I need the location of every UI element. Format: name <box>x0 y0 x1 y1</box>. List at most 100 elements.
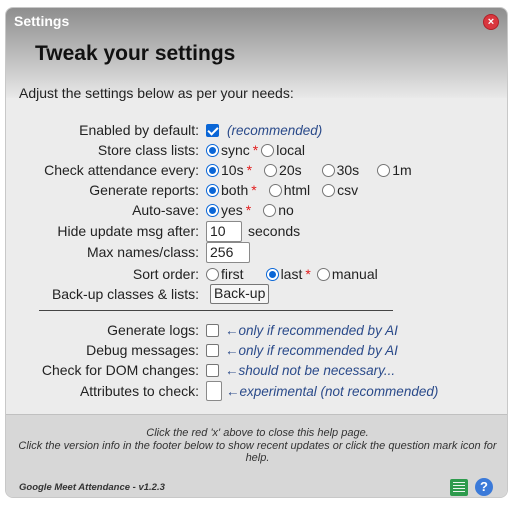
attendance-option-20s[interactable]: 20s <box>264 162 302 178</box>
attendance-option-30s[interactable]: 30s <box>321 162 360 178</box>
attendance-30s-radio[interactable] <box>321 163 335 177</box>
version-link[interactable]: Google Meet Attendance - v1.2.3 <box>19 482 165 493</box>
setting-generate-reports: Generate reports: both * html csv <box>6 180 507 200</box>
setting-enabled-default: Enabled by default: (recommended) <box>6 120 507 140</box>
question-mark-icon[interactable]: ? <box>475 478 493 496</box>
reports-both-label: both <box>221 182 249 198</box>
hide-update-input[interactable]: 10 <box>206 220 242 242</box>
autosave-option-yes[interactable]: yes * <box>206 202 251 218</box>
attendance-10s-radio[interactable] <box>206 163 219 177</box>
backup-label: Back-up classes & lists: <box>51 286 199 302</box>
enabled-default-label: Enabled by default: <box>79 122 199 138</box>
store-class-lists-label: Store class lists: <box>97 142 199 158</box>
autosave-option-no[interactable]: no <box>263 202 294 218</box>
footer-icons: ? <box>450 478 493 496</box>
store-sync-radio[interactable] <box>206 143 219 157</box>
hide-update-unit: seconds <box>248 223 301 239</box>
reports-csv-radio[interactable] <box>322 183 336 197</box>
backup-button[interactable]: Back-up <box>210 284 270 304</box>
recommended-star: * <box>251 182 257 198</box>
setting-check-attendance: Check attendance every: 10s * 20s 30s 1m <box>6 160 507 180</box>
max-names-input[interactable]: 256 <box>206 241 250 263</box>
generate-logs-checkbox[interactable] <box>206 323 219 337</box>
help-footer: Click the red 'x' above to close this he… <box>6 414 507 497</box>
recommended-star: * <box>246 162 253 178</box>
autosave-no-radio[interactable] <box>263 203 277 217</box>
recommended-star: * <box>305 266 311 282</box>
help-line-version: Click the version info in the footer bel… <box>18 439 497 465</box>
intro-text: Adjust the settings below as per your ne… <box>19 85 294 101</box>
debug-messages-note: ←only if recommended by AI <box>225 342 398 358</box>
help-line-close: Click the red 'x' above to close this he… <box>146 427 369 439</box>
attendance-30s-label: 30s <box>336 162 360 178</box>
generate-reports-label: Generate reports: <box>89 182 199 198</box>
autosave-yes-radio[interactable] <box>206 203 219 217</box>
store-local-label: local <box>276 142 306 158</box>
reports-option-both[interactable]: both * <box>206 182 257 198</box>
attributes-input[interactable] <box>206 381 222 401</box>
store-local-radio[interactable] <box>261 143 275 157</box>
setting-debug-messages: Debug messages: ←only if recommended by … <box>6 340 507 360</box>
store-option-sync[interactable]: sync * <box>206 142 258 158</box>
recommended-star: * <box>252 142 259 158</box>
auto-save-label: Auto-save: <box>132 202 199 218</box>
debug-messages-label: Debug messages: <box>86 342 199 358</box>
sort-first-label: first <box>221 266 244 282</box>
reports-html-radio[interactable] <box>268 183 282 197</box>
setting-max-names: Max names/class: 256 <box>6 241 507 263</box>
store-sync-label: sync <box>221 142 250 158</box>
sort-order-label: Sort order: <box>132 266 199 282</box>
sort-manual-radio[interactable] <box>316 267 330 281</box>
attributes-label: Attributes to check: <box>79 383 199 399</box>
sort-last-label: last <box>280 266 303 282</box>
dom-changes-checkbox[interactable] <box>206 363 219 377</box>
dialog-title: Settings <box>14 13 70 29</box>
dom-changes-label: Check for DOM changes: <box>41 362 199 378</box>
attendance-1m-radio[interactable] <box>377 163 391 177</box>
attendance-option-1m[interactable]: 1m <box>377 162 412 178</box>
close-icon[interactable]: × <box>483 14 499 30</box>
setting-auto-save: Auto-save: yes * no <box>6 200 507 220</box>
reports-option-html[interactable]: html <box>268 182 311 198</box>
setting-dom-changes: Check for DOM changes: ←should not be ne… <box>6 360 507 380</box>
generate-logs-note: ←only if recommended by AI <box>225 322 398 338</box>
spreadsheet-icon[interactable] <box>450 478 468 496</box>
setting-backup: Back-up classes & lists: Back-up <box>6 284 507 304</box>
attendance-10s-label: 10s <box>221 162 244 178</box>
setting-hide-update: Hide update msg after: 10 seconds <box>6 220 507 242</box>
reports-option-csv[interactable]: csv <box>322 182 358 198</box>
sort-option-manual[interactable]: manual <box>316 266 378 282</box>
attendance-20s-radio[interactable] <box>264 163 278 177</box>
sort-manual-label: manual <box>331 266 378 282</box>
help-text: Click the red 'x' above to close this he… <box>16 427 499 465</box>
debug-messages-checkbox[interactable] <box>206 343 219 357</box>
reports-csv-label: csv <box>337 182 359 198</box>
sort-first-radio[interactable] <box>206 267 219 281</box>
reports-both-radio[interactable] <box>206 183 219 197</box>
divider <box>39 310 393 311</box>
setting-store-class-lists: Store class lists: sync * local <box>6 140 507 160</box>
sort-option-first[interactable]: first <box>206 266 244 282</box>
enabled-default-checkbox[interactable] <box>206 123 219 137</box>
dom-changes-note: ←should not be necessary... <box>225 362 396 378</box>
generate-logs-label: Generate logs: <box>107 322 199 338</box>
recommended-star: * <box>245 202 252 218</box>
store-option-local[interactable]: local <box>261 142 305 158</box>
reports-html-label: html <box>283 182 311 198</box>
settings-dialog: Settings × Tweak your settings Adjust th… <box>5 7 508 498</box>
page-title: Tweak your settings <box>35 42 236 65</box>
attendance-option-10s[interactable]: 10s * <box>206 162 252 178</box>
attributes-note: ←experimental (not recommended) <box>226 383 439 399</box>
max-names-label: Max names/class: <box>86 244 199 260</box>
sort-option-last[interactable]: last * <box>265 266 311 282</box>
autosave-no-label: no <box>278 202 294 218</box>
autosave-yes-label: yes <box>221 202 243 218</box>
sort-last-radio[interactable] <box>265 267 279 281</box>
setting-sort-order: Sort order: first last * manual <box>6 264 507 284</box>
check-attendance-label: Check attendance every: <box>44 162 199 178</box>
attendance-20s-label: 20s <box>279 162 302 178</box>
setting-attributes: Attributes to check: ←experimental (not … <box>6 380 507 402</box>
setting-generate-logs: Generate logs: ←only if recommended by A… <box>6 320 507 340</box>
enabled-default-note: (recommended) <box>227 122 323 138</box>
attendance-1m-label: 1m <box>392 162 412 178</box>
